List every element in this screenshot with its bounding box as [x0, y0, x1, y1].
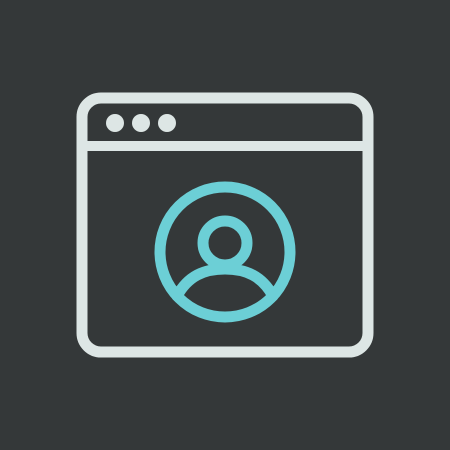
browser-window-user-profile-icon: [0, 0, 450, 450]
window-controls: [106, 114, 176, 132]
icon-canvas: [0, 0, 450, 450]
window-dot-3-icon: [158, 114, 176, 132]
window-dot-1-icon: [106, 114, 124, 132]
window-dot-2-icon: [132, 114, 150, 132]
